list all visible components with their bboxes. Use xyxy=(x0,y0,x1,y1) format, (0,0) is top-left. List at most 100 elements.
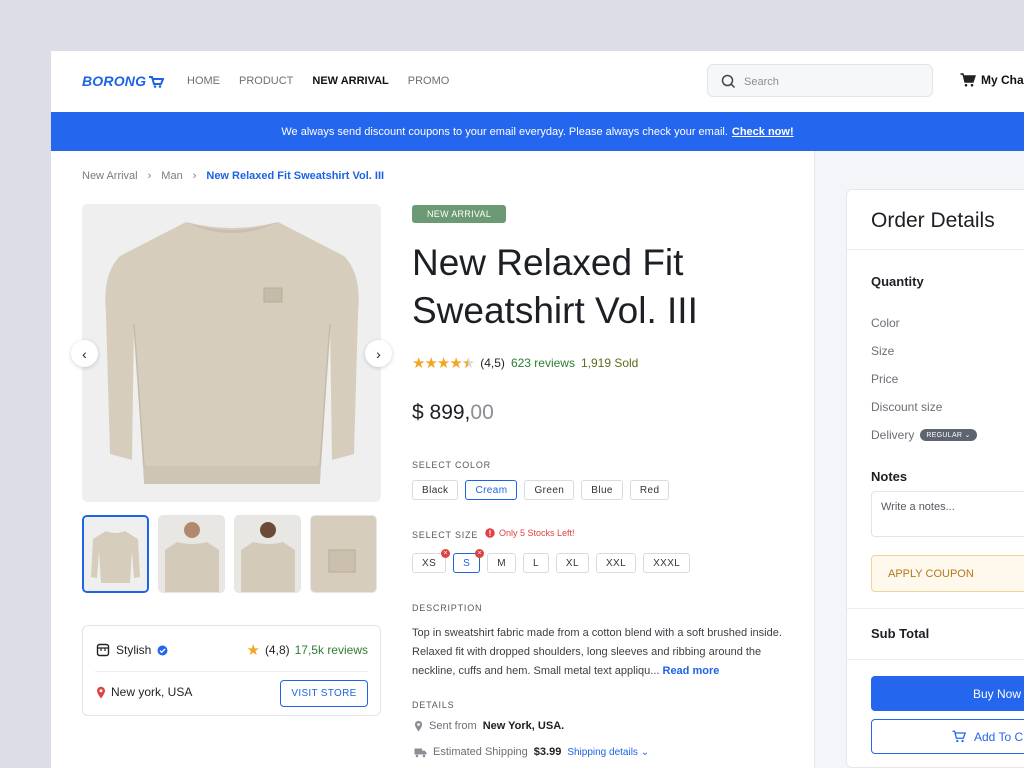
add-to-cart-button[interactable]: Add To C xyxy=(871,719,1024,754)
shipping-details-label: Shipping details xyxy=(567,746,638,758)
delivery-label: Delivery xyxy=(871,428,915,442)
chevron-right-icon: › xyxy=(192,170,197,182)
size-xl[interactable]: XL xyxy=(555,553,589,573)
nav-product[interactable]: PRODUCT xyxy=(239,75,293,87)
product-rating: ★★★★★ (4,5) 623 reviews 1,919 Sold xyxy=(412,354,638,372)
thumbnail-1[interactable] xyxy=(82,515,149,593)
product-title-line1: New Relaxed Fit xyxy=(412,242,684,283)
visit-store-button[interactable]: VISIT STORE xyxy=(280,680,368,707)
reviews-link[interactable]: 623 reviews xyxy=(511,356,575,370)
card-divider xyxy=(847,249,1024,250)
store-icon xyxy=(96,643,110,657)
store-name-group: Stylish xyxy=(96,643,168,657)
size-s[interactable]: S × xyxy=(453,549,485,573)
search-box xyxy=(707,64,933,97)
product-description: Top in sweatshirt fabric made from a cot… xyxy=(412,624,784,681)
sent-from-row: Sent from New York, USA. xyxy=(414,720,564,732)
prev-image-button[interactable]: ‹ xyxy=(71,340,98,367)
price-summary: Price xyxy=(871,372,898,386)
nav-promo[interactable]: PROMO xyxy=(408,75,450,87)
sold-out-icon: × xyxy=(475,549,485,558)
rating-value: (4,5) xyxy=(480,356,505,370)
sweatshirt-image xyxy=(82,204,381,502)
crumb-current: New Relaxed Fit Sweatshirt Vol. III xyxy=(206,170,385,182)
main-nav: HOME PRODUCT NEW ARRIVAL PROMO xyxy=(187,75,449,87)
quantity-label: Quantity xyxy=(871,274,924,289)
order-details-title: Order Details xyxy=(871,209,995,232)
top-header: BORONG HOME PRODUCT NEW ARRIVAL PROMO My… xyxy=(51,51,1024,112)
crumb-man[interactable]: Man xyxy=(161,170,182,182)
color-cream[interactable]: Cream xyxy=(465,480,518,500)
discount-summary: Discount size xyxy=(871,400,942,414)
size-xxl[interactable]: XXL xyxy=(595,553,637,573)
size-summary-label: Size xyxy=(871,344,895,358)
chevron-right-icon: › xyxy=(147,170,152,182)
truck-icon xyxy=(414,748,427,757)
banner-check-now-link[interactable]: Check now! xyxy=(732,126,794,138)
nav-home[interactable]: HOME xyxy=(187,75,220,87)
chevron-down-icon: ⌄ xyxy=(640,746,650,758)
size-m[interactable]: M xyxy=(487,553,516,573)
cart-icon xyxy=(952,730,966,743)
apply-coupon-button[interactable]: APPLY COUPON xyxy=(871,555,1024,592)
thumbnail-2[interactable] xyxy=(158,515,225,593)
size-xs[interactable]: XS × xyxy=(412,549,451,573)
buy-now-button[interactable]: Buy Now xyxy=(871,676,1024,711)
color-green[interactable]: Green xyxy=(524,480,575,500)
product-price: $ 899,00 xyxy=(412,401,494,425)
cart-icon xyxy=(960,73,976,87)
my-cart-button[interactable]: My Cha xyxy=(960,73,1024,87)
size-l[interactable]: L xyxy=(522,553,549,573)
star-icon: ★ xyxy=(246,642,260,659)
nav-new-arrival[interactable]: NEW ARRIVAL xyxy=(312,75,388,87)
search-input[interactable] xyxy=(742,72,926,92)
location-pin-icon xyxy=(97,686,105,698)
banner-text: We always send discount coupons to your … xyxy=(281,125,728,138)
color-red[interactable]: Red xyxy=(629,480,670,500)
details-label: DETAILS xyxy=(412,700,455,710)
shipping-details-link[interactable]: Shipping details ⌄ xyxy=(567,747,649,758)
alert-icon xyxy=(485,528,495,538)
color-blue[interactable]: Blue xyxy=(581,480,623,500)
order-details-card: Order Details Quantity Color Size Price … xyxy=(846,189,1024,768)
discount-summary-label: Discount size xyxy=(871,400,943,414)
product-title: New Relaxed Fit Sweatshirt Vol. III xyxy=(412,239,772,335)
price-main: $ 899, xyxy=(412,401,471,424)
size-xxxl[interactable]: XXXL xyxy=(643,553,691,573)
delivery-option: REGULAR xyxy=(926,432,963,439)
store-divider xyxy=(95,671,368,672)
brand-logo[interactable]: BORONG xyxy=(82,73,165,89)
store-name[interactable]: Stylish xyxy=(116,643,151,657)
color-black[interactable]: Black xyxy=(412,480,459,500)
delivery-select[interactable]: REGULAR ⌄ xyxy=(920,429,977,441)
price-cents: 00 xyxy=(470,401,494,424)
search-icon xyxy=(721,74,736,89)
thumbnail-image xyxy=(311,516,376,592)
read-more-link[interactable]: Read more xyxy=(663,665,720,677)
shipping-row: Estimated Shipping $3.99 Shipping detail… xyxy=(414,746,649,758)
color-summary-label: Color xyxy=(871,316,900,330)
thumbnail-3[interactable] xyxy=(234,515,301,593)
promo-banner: We always send discount coupons to your … xyxy=(51,112,1024,151)
logo-cart-icon xyxy=(149,75,165,88)
store-location-text: New york, USA xyxy=(111,685,193,699)
thumbnail-image xyxy=(235,516,300,592)
size-s-label: S xyxy=(463,557,471,569)
store-reviews[interactable]: 17,5k reviews xyxy=(295,643,368,657)
select-color-label: SELECT COLOR xyxy=(412,460,491,470)
product-main-image xyxy=(82,204,381,502)
crumb-new-arrival[interactable]: New Arrival xyxy=(82,170,138,182)
store-location: New york, USA xyxy=(96,685,192,699)
size-summary: Size xyxy=(871,344,894,358)
notes-label: Notes xyxy=(871,469,908,484)
thumbnail-image xyxy=(159,516,224,592)
thumbnail-4[interactable] xyxy=(310,515,377,593)
star-rating-icons: ★★★★★ xyxy=(412,355,475,372)
description-label: DESCRIPTION xyxy=(412,603,483,613)
notes-field[interactable] xyxy=(871,491,1024,537)
delivery-summary: Delivery REGULAR ⌄ xyxy=(871,428,977,442)
logo-text: BORONG xyxy=(82,73,147,89)
description-text: Top in sweatshirt fabric made from a cot… xyxy=(412,627,782,677)
sent-from-label: Sent from xyxy=(429,720,477,732)
next-image-button[interactable]: › xyxy=(365,340,392,367)
